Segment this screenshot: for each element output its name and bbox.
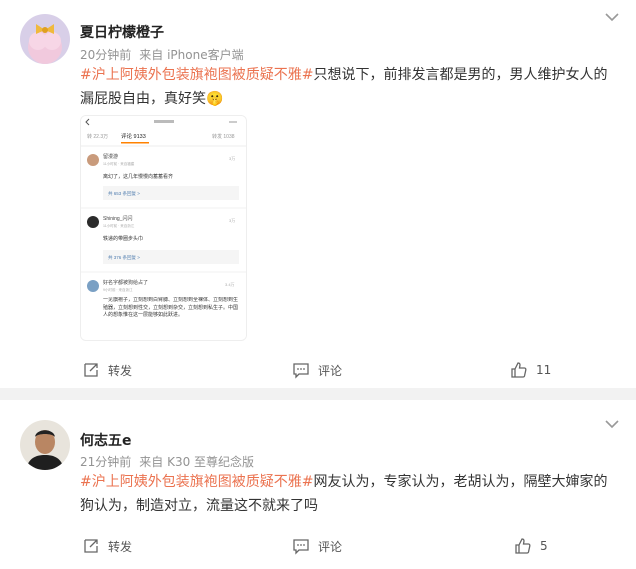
hashtag-link[interactable]: #沪上阿姨外包装旗袍图被质疑不雅# <box>80 67 313 83</box>
post-image[interactable]: 转 22.3万 评论 9133 转发 1038 留漫游 11小时前 · 来自福建… <box>80 115 247 341</box>
repost-button[interactable]: 转发 <box>82 535 132 557</box>
avatar[interactable] <box>20 14 70 64</box>
hashtag-link[interactable]: #沪上阿姨外包装旗袍图被质疑不雅# <box>80 474 313 490</box>
post-meta: 20分钟前 来自 iPhone客户端 <box>80 46 244 63</box>
shot-comment-likes: 3万 <box>229 156 235 161</box>
chevron-down-icon[interactable] <box>602 10 622 24</box>
shot-comment-replies: 共 653 条回复 > <box>108 190 140 197</box>
repost-label: 转发 <box>108 539 133 554</box>
chevron-down-icon[interactable] <box>602 417 622 431</box>
repost-label: 转发 <box>108 363 133 378</box>
user-name[interactable]: 夏日柠檬橙子 <box>80 22 164 42</box>
repost-icon <box>84 363 98 377</box>
shot-comment-text: 一见旗袍子，立刻想到白臂膊、立刻想到全裸体、立刻想到生殖器，立刻想到性交，立刻想… <box>103 297 239 318</box>
shot-stats-left: 转 22.3万 <box>87 133 108 140</box>
shot-comment-text: 离幻了，这几年慢慢向蓄蓄看齐 <box>103 173 173 180</box>
shot-comment-name: 留漫游 <box>103 153 118 160</box>
comment-button[interactable]: 评论 <box>292 359 342 381</box>
user-name[interactable]: 何志五e <box>80 430 132 450</box>
repost-icon <box>84 539 98 553</box>
post-time: 21分钟前 <box>80 455 132 469</box>
post-card: 夏日柠檬橙子 20分钟前 来自 iPhone客户端 #沪上阿姨外包装旗袍图被质疑不… <box>0 0 636 388</box>
like-icon <box>511 362 527 378</box>
shot-comment-text: 轶递的带圈步头巾 <box>103 235 143 242</box>
shot-comment-name: Shining_闪闪 <box>103 215 132 222</box>
shot-tab: 评论 9133 <box>121 132 146 140</box>
post-time: 20分钟前 <box>80 48 132 62</box>
shot-stats-right: 转发 1038 <box>212 133 235 140</box>
like-count: 11 <box>536 363 552 377</box>
shot-comment-meta: 11小时前 · 来自福建 <box>103 161 135 166</box>
like-button[interactable]: 5 <box>514 535 548 557</box>
like-count: 5 <box>540 539 548 553</box>
post-text: #沪上阿姨外包装旗袍图被质疑不雅#只想说下，前排发言都是男的，男人维护女人的漏屁… <box>80 63 620 111</box>
comment-label: 评论 <box>318 363 343 378</box>
repost-button[interactable]: 转发 <box>82 359 132 381</box>
comment-button[interactable]: 评论 <box>292 535 342 557</box>
post-text: #沪上阿姨外包装旗袍图被质疑不雅#网友认为，专家认为，老胡认为，隔壁大婶家的狗认… <box>80 470 620 518</box>
comment-icon <box>293 363 309 379</box>
post-actions: 转发 评论 5 <box>0 535 636 557</box>
like-icon <box>515 538 531 554</box>
weibo-feed: 夏日柠檬橙子 20分钟前 来自 iPhone客户端 #沪上阿姨外包装旗袍图被质疑不… <box>0 0 636 569</box>
shot-comment-likes: 3万 <box>229 218 235 223</box>
shot-comment-meta: 9小时前 · 来自浙江 <box>103 287 133 292</box>
shot-comment-replies: 共 376 条回复 > <box>108 254 140 261</box>
shot-comment-meta: 11小时前 · 来自浙江 <box>103 223 135 228</box>
shot-comment-likes: 3.4万 <box>225 282 235 287</box>
post-actions: 转发 评论 11 <box>0 359 636 381</box>
comment-label: 评论 <box>318 539 343 554</box>
avatar[interactable] <box>20 420 70 470</box>
comment-icon <box>293 539 309 555</box>
like-button[interactable]: 11 <box>510 359 551 381</box>
post-meta: 21分钟前 来自 K30 至尊纪念版 <box>80 453 254 470</box>
shot-comment-name: 好名字都被狗给占了 <box>103 279 148 286</box>
post-source: 来自 K30 至尊纪念版 <box>139 455 255 469</box>
post-source: 来自 iPhone客户端 <box>139 48 244 62</box>
